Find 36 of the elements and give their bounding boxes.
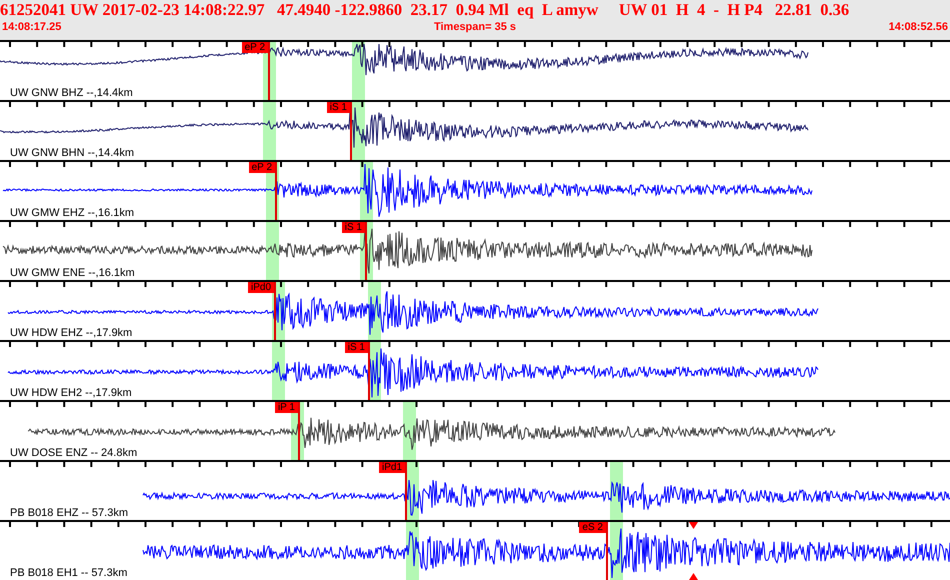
- pick-line: [274, 282, 276, 340]
- pick-label[interactable]: iPd1: [378, 462, 405, 473]
- pick-label[interactable]: eS 2: [579, 522, 606, 533]
- pick-line: [275, 162, 277, 220]
- pick-line: [350, 102, 352, 160]
- pick-line: [606, 522, 608, 580]
- pick-label[interactable]: eP 2: [242, 42, 268, 53]
- station-label: UW HDW EHZ --,17.9km: [10, 327, 132, 339]
- station-label: UW HDW EH2 --,17.9km: [10, 387, 132, 399]
- event-summary: 61252041 UW 2017-02-23 14:08:22.97 47.4940 -122.9860 23.17 0.94 Ml eq L amyw UW 01 H 4 - H P4 22.81 0.36: [0, 0, 850, 20]
- start-time: 14:08:17.25: [2, 20, 62, 34]
- pick-line: [365, 222, 367, 280]
- pick-line: [405, 462, 407, 520]
- pick-label[interactable]: iPd0: [248, 282, 274, 293]
- pick-label[interactable]: iS 1: [344, 342, 368, 353]
- triangle-marker-icon: [689, 573, 698, 580]
- station-label: UW GMW EHZ --,16.1km: [10, 207, 134, 219]
- pick-window: [263, 102, 276, 160]
- pick-label[interactable]: iP 1: [274, 402, 298, 413]
- triangle-marker-icon: [689, 522, 698, 529]
- station-label: UW DOSE ENZ -- 24.8km: [10, 447, 138, 459]
- pick-line: [368, 342, 370, 400]
- station-label: PB B018 EH1 -- 57.3km: [10, 567, 128, 579]
- station-label: UW GMW ENE --,16.1km: [10, 267, 135, 279]
- pick-label[interactable]: iS 1: [326, 102, 350, 113]
- pick-label[interactable]: iS 1: [342, 222, 365, 233]
- pick-label[interactable]: eP 2: [248, 162, 275, 173]
- pick-line: [268, 42, 270, 100]
- end-time: 14:08:52.56: [888, 20, 948, 34]
- pick-window: [266, 222, 279, 280]
- pick-window: [272, 342, 285, 400]
- pick-line: [298, 402, 300, 460]
- station-label: UW GNW BHN --,14.4km: [10, 147, 134, 159]
- timespan-label: Timespan= 35 s: [434, 20, 516, 34]
- station-label: PB B018 EHZ -- 57.3km: [10, 507, 128, 519]
- station-label: UW GNW BHZ --,14.4km: [10, 87, 133, 99]
